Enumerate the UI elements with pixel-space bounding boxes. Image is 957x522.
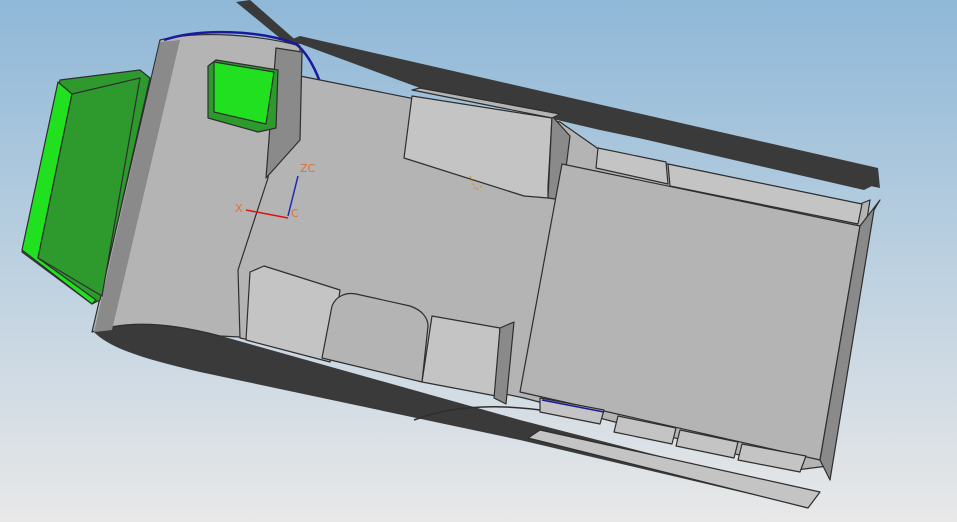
z-axis-label: ZC (300, 162, 316, 175)
x-axis-label: X (235, 202, 243, 215)
lower-middle-block (421, 315, 501, 397)
y-axis-label: C (291, 207, 299, 220)
cad-scene[interactable]: ZC X C (0, 0, 957, 522)
graphics-viewport[interactable]: ZC X C (0, 0, 957, 522)
